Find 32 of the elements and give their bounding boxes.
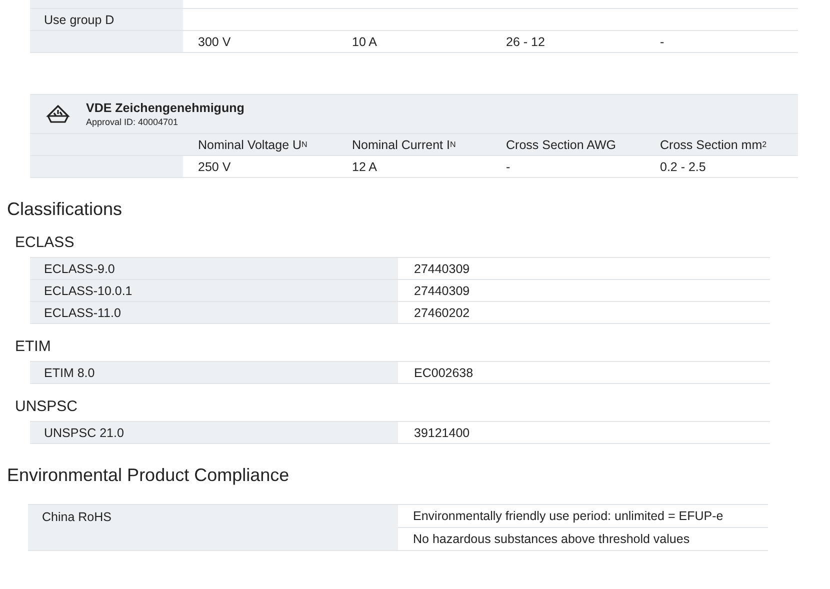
subsection-title: ETIM <box>15 338 52 356</box>
table-cell-text: 250 V <box>197 158 232 176</box>
table-cell-text: 27460202 <box>413 304 470 322</box>
approval-title: VDE Zeichengenehmigung <box>86 101 244 115</box>
section-title: Classifications <box>7 198 124 220</box>
table-cell-text: 27440309 <box>413 282 470 300</box>
table-cell: ETIM 8.0 <box>30 362 398 383</box>
table-cell-text: 12 A <box>351 158 378 176</box>
table-cell: ECLASS-11.0 <box>30 302 398 323</box>
column-header: Cross Section AWG <box>505 136 617 154</box>
subsection-title: ECLASS <box>15 234 76 252</box>
table-cell: ECLASS-10.0.1 <box>30 280 398 301</box>
table-cell-text: 0.2 - 2.5 <box>659 158 707 176</box>
column-header: Cross Section mm$^{2}$ <box>659 136 768 154</box>
table-cell: China RoHS <box>28 505 398 550</box>
group-label: Use group D <box>30 9 183 30</box>
subsection-title: UNSPSC <box>15 398 79 416</box>
table-cell: ECLASS-9.0 <box>30 258 398 279</box>
table-cell-text: 26 - 12 <box>505 34 546 50</box>
table-cell-text: - <box>659 34 666 50</box>
table-cell-text: 300 V <box>197 34 232 50</box>
table-cell-text: 27440309 <box>413 260 470 278</box>
table-cell-text: 10 A <box>351 34 378 50</box>
approval-id: Approval ID: 40004701 <box>86 117 180 127</box>
table-cell-text: - <box>505 158 512 176</box>
section-title: Environmental Product Compliance <box>7 464 290 486</box>
approval-mark-icon <box>46 104 70 124</box>
table-cell: UNSPSC 21.0 <box>30 422 398 443</box>
table-cell-text: Environmentally friendly use period: unlimited = EFUP-e <box>412 508 724 525</box>
table-cell: No hazardous substances above threshold values <box>398 527 768 550</box>
table-cell-text: EC002638 <box>413 364 474 382</box>
table-cell-text: 39121400 <box>413 424 470 442</box>
